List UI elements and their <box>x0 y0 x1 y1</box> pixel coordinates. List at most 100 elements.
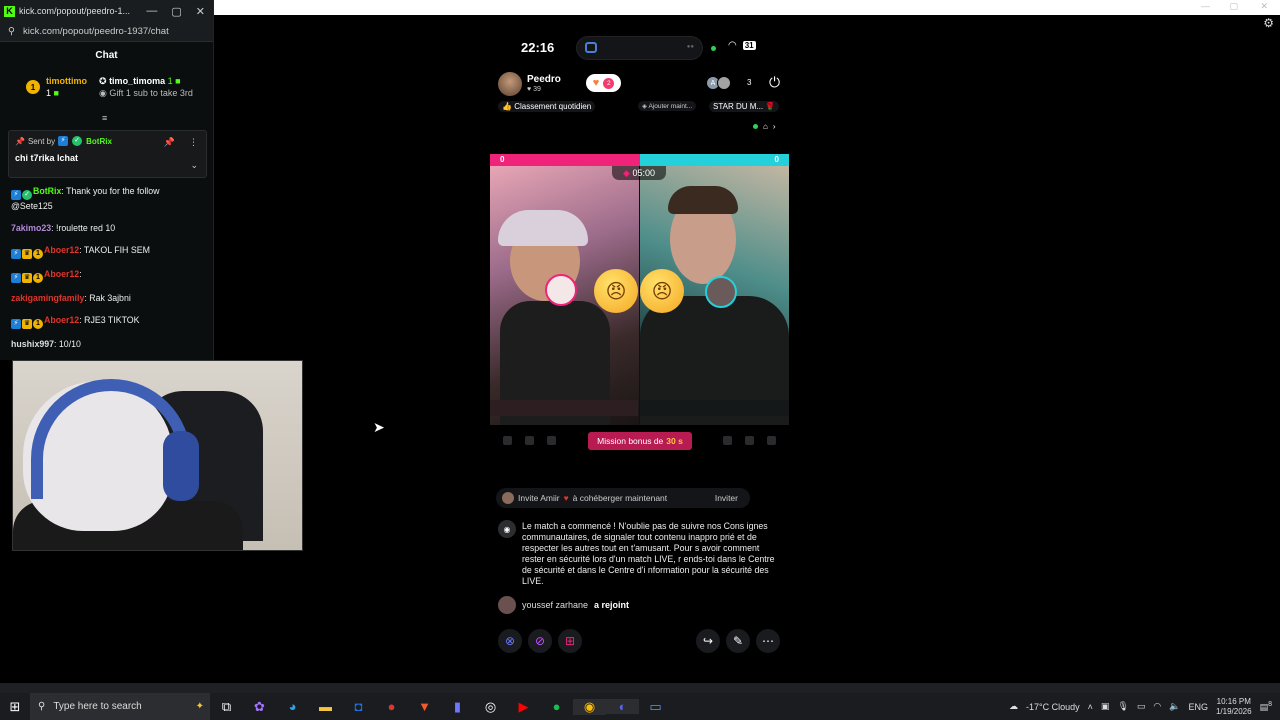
phone-status-bar: ◠ 31 <box>728 40 756 51</box>
chat-username[interactable]: BotRix <box>33 186 61 196</box>
site-info-icon[interactable]: ⚲ <box>8 26 15 37</box>
chat-text: : 10/10 <box>54 339 81 349</box>
pinned-sent-by: Sent by <box>27 136 56 146</box>
chevron-down-icon[interactable]: ⌄ <box>190 160 198 171</box>
taskbar-search[interactable]: ⚲ Type here to search ✦ <box>30 693 210 720</box>
close-icon[interactable]: ✕ <box>196 5 205 18</box>
more-options-icon[interactable]: ⋮ <box>189 137 198 148</box>
apps-grid-icon[interactable]: ⊞ <box>558 629 582 653</box>
microphone-icon[interactable]: 🎙 <box>1117 701 1128 712</box>
avatar[interactable] <box>498 72 522 96</box>
camera-active-dot <box>711 46 716 51</box>
gift-cta: Gift 1 sub to take 3rd <box>109 88 193 98</box>
minimize-icon[interactable]: — <box>146 5 157 18</box>
file-explorer-icon[interactable]: ▬ <box>309 699 342 714</box>
headset-earcup <box>163 431 199 501</box>
invite-button[interactable]: Inviter <box>703 493 750 503</box>
daily-ranking-pill[interactable]: 👍 Classement quotidien <box>498 101 596 112</box>
guest-seat-icon[interactable] <box>525 436 534 445</box>
chrome-icon[interactable]: ◉ <box>573 698 606 715</box>
filter-icon[interactable]: ≡ <box>102 113 107 123</box>
host-name[interactable]: Peedro <box>527 74 561 85</box>
live-badges[interactable]: ⌂ › <box>753 122 776 131</box>
chat-message[interactable]: ⚡ ✓ BotRix: Thank you for the follow @Sete… <box>0 184 212 214</box>
clock-date: 1/19/2026 <box>1215 706 1252 716</box>
avatar[interactable] <box>545 274 577 306</box>
address-bar[interactable]: ⚲ kick.com/popout/peedro-1937/chat <box>0 22 213 42</box>
brave-icon[interactable]: ▼ <box>408 699 441 714</box>
chat-message[interactable]: ⚡ ♛ 1 Aboer12: <box>0 267 212 284</box>
battle-link-icon[interactable]: ⊘ <box>528 629 552 653</box>
chat-message[interactable]: ⚡ ♛ 1 Aboer12: TAKOL FIH SEM <box>0 243 212 260</box>
windows-start-icon[interactable]: ⊞ <box>0 699 30 715</box>
gear-icon[interactable]: ⚙ <box>1263 16 1274 30</box>
avatar[interactable] <box>705 276 737 308</box>
add-pill[interactable]: ◈ Ajouter maint... <box>638 101 697 111</box>
guest-seat-icon[interactable] <box>745 436 754 445</box>
star-pill[interactable]: STAR DU M... 🌹 <box>709 101 780 112</box>
share-icon[interactable]: ↪ <box>696 629 720 653</box>
guest-seat-icon[interactable] <box>767 436 776 445</box>
bot-badge-icon: ⚡ <box>11 319 21 329</box>
viewer-avatars[interactable]: A <box>706 76 731 90</box>
screen-app-icon[interactable]: ▭ <box>639 699 672 715</box>
maximize-icon[interactable]: ▢ <box>171 5 181 18</box>
chat-username[interactable]: Aboer12 <box>44 315 79 325</box>
task-view-icon[interactable]: ⧉ <box>210 699 243 715</box>
maximize-icon[interactable]: ▢ <box>1229 1 1238 12</box>
battery-tray-icon[interactable]: ▭ <box>1137 701 1146 712</box>
network-icon[interactable]: ▣ <box>1101 701 1110 712</box>
gift-box-icon: ◉ <box>99 88 107 98</box>
volume-icon[interactable]: 🔈 <box>1169 701 1180 712</box>
guest-seat-icon[interactable] <box>503 436 512 445</box>
pinned-message[interactable]: 📌 Sent by ⚡ ✓ BotRix chi t7rika lchat 📌 … <box>8 130 207 178</box>
notification-icon[interactable]: ▤8 <box>1260 701 1272 713</box>
obs-icon[interactable]: ◎ <box>474 699 507 715</box>
chat-message[interactable]: ⚡ ♛ 1 Aboer12: RJE3 TIKTOK <box>0 313 212 330</box>
follow-button[interactable]: ♥ 2 <box>586 74 621 92</box>
home-icon: ⌂ <box>763 122 768 131</box>
wifi-icon[interactable]: ◠ <box>1153 701 1161 712</box>
guest-seat-icon[interactable] <box>547 436 556 445</box>
chat-username[interactable]: 7akimo23 <box>11 223 51 233</box>
close-icon[interactable]: ✕ <box>1260 1 1268 12</box>
weather-text[interactable]: -17°C Cloudy <box>1026 702 1080 712</box>
popout-titlebar: K kick.com/popout/peedro-1... — ▢ ✕ <box>0 0 213 22</box>
magic-wand-icon[interactable]: ✎ <box>726 629 750 653</box>
copilot-icon[interactable]: ✿ <box>243 699 276 715</box>
gifter-name: timottimo <box>46 76 87 86</box>
outlook-icon[interactable]: ◘ <box>342 699 375 714</box>
youtube-icon[interactable]: ▶ <box>507 699 540 715</box>
pinned-author: BotRix <box>86 136 112 146</box>
more-options-icon[interactable]: ⋯ <box>756 629 780 653</box>
hearts-icon: ♥ <box>563 493 569 503</box>
chat-message[interactable]: zakigamingfamily: Rak 3ajbni <box>0 291 212 306</box>
chat-username[interactable]: Aboer12 <box>44 269 79 279</box>
chat-message[interactable]: 7akimo23: !roulette red 10 <box>0 221 212 236</box>
power-icon[interactable]: ⏻ <box>769 74 780 91</box>
chat-username[interactable]: zakigamingfamily <box>11 293 84 303</box>
yandex-icon[interactable]: ● <box>375 699 408 714</box>
taskbar-clock[interactable]: 10:16 PM 1/19/2026 <box>1216 697 1252 717</box>
chevron-up-icon[interactable]: ˄ <box>1088 702 1093 712</box>
minimize-icon[interactable]: — <box>1201 1 1210 11</box>
chat-username[interactable]: Aboer12 <box>44 245 79 255</box>
add-icon: ◈ <box>642 103 647 110</box>
window-bottom-edge <box>0 683 1280 693</box>
bot-badge-icon: ⚡ <box>58 136 69 146</box>
chat-message-list: ⚡ ✓ BotRix: Thank you for the follow @Sete… <box>0 184 212 360</box>
chat-message[interactable]: hushix997: 10/10 <box>0 337 212 352</box>
spotify-icon[interactable]: ● <box>540 699 573 714</box>
pin-icon[interactable]: 📌 <box>164 137 175 148</box>
discord-icon[interactable]: ◐ <box>606 699 639 714</box>
multi-guest-icon[interactable]: ⊗ <box>498 629 522 653</box>
chat-username[interactable]: hushix997 <box>11 339 54 349</box>
guest-seat-icon[interactable] <box>723 436 732 445</box>
chart-app-icon[interactable]: ▮ <box>441 699 474 715</box>
edge-icon[interactable]: ◕ <box>276 699 309 714</box>
gift-leaderboard[interactable]: 1 timottimo 1 ■ ✪ timo_timoma 1 ■ ◉ Gift… <box>0 68 213 106</box>
phone-clock: 22:16 <box>521 40 555 55</box>
crown-badge-icon: ♛ <box>22 273 32 283</box>
host-likes: ♥ 39 <box>527 86 541 93</box>
language-indicator[interactable]: ENG <box>1188 702 1208 712</box>
